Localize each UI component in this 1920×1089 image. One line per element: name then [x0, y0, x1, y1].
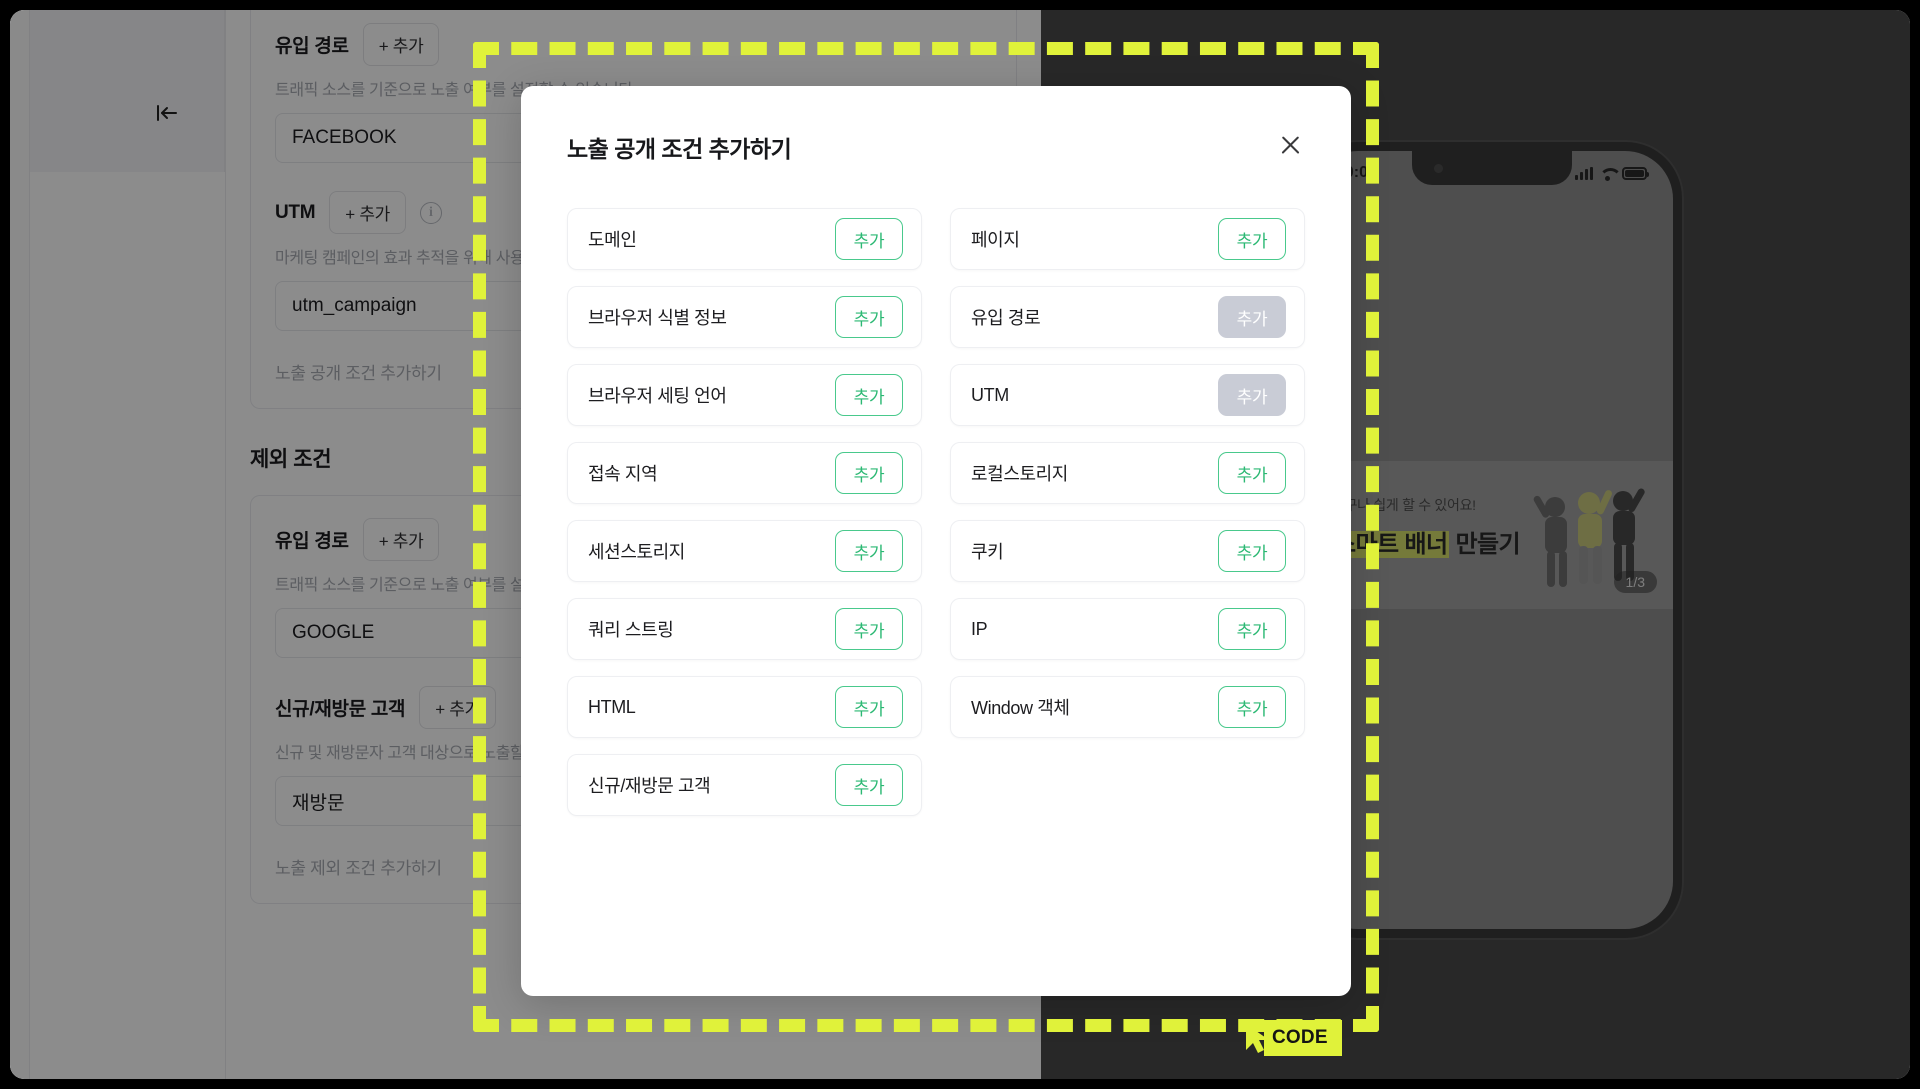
condition-option-label: 접속 지역 — [588, 464, 658, 484]
add-condition-modal: 노출 공개 조건 추가하기 도메인 추가 페이지 추가 브라우저 식별 정보 추가 유입 경… — [521, 86, 1351, 996]
condition-option-label: HTML — [588, 696, 636, 717]
condition-option-label: 브라우저 세팅 언어 — [588, 386, 727, 406]
code-badge-label: CODE — [1264, 1020, 1342, 1056]
condition-option-label: 로컬스토리지 — [971, 464, 1068, 484]
condition-option-label: 쿠키 — [971, 542, 1004, 562]
condition-option-label: 세션스토리지 — [588, 542, 685, 562]
condition-option-card: 도메인 추가 — [567, 208, 922, 270]
add-condition-button[interactable]: 추가 — [835, 374, 903, 416]
app-window: 유입 경로 + 추가 트래픽 소스를 기준으로 노출 여부를 설정할 수 있습니… — [10, 10, 1910, 1079]
add-condition-button[interactable]: 추가 — [835, 452, 903, 494]
add-condition-button[interactable]: 추가 — [1218, 530, 1286, 572]
condition-option-label: 쿼리 스트링 — [588, 620, 674, 640]
add-condition-button[interactable]: 추가 — [835, 764, 903, 806]
condition-option-card: 브라우저 세팅 언어 추가 — [567, 364, 922, 426]
condition-option-card: 쿼리 스트링 추가 — [567, 598, 922, 660]
add-condition-button[interactable]: 추가 — [835, 530, 903, 572]
add-condition-button[interactable]: 추가 — [835, 218, 903, 260]
condition-options-grid: 도메인 추가 페이지 추가 브라우저 식별 정보 추가 유입 경로 추가 브라우저 세팅 언어 추… — [567, 208, 1305, 816]
condition-option-card: 페이지 추가 — [950, 208, 1305, 270]
condition-option-card: 세션스토리지 추가 — [567, 520, 922, 582]
condition-option-card: 로컬스토리지 추가 — [950, 442, 1305, 504]
condition-option-label: UTM — [971, 384, 1009, 405]
condition-option-card: 접속 지역 추가 — [567, 442, 922, 504]
add-condition-button[interactable]: 추가 — [835, 608, 903, 650]
condition-option-label: 도메인 — [588, 230, 637, 250]
code-annotation-badge: CODE — [1240, 1020, 1342, 1056]
condition-option-label: IP — [971, 618, 988, 639]
condition-option-card: 브라우저 식별 정보 추가 — [567, 286, 922, 348]
condition-option-label: Window 객체 — [971, 698, 1070, 718]
condition-option-card: Window 객체 추가 — [950, 676, 1305, 738]
condition-option-card: UTM 추가 — [950, 364, 1305, 426]
condition-option-label: 유입 경로 — [971, 308, 1041, 328]
add-condition-button: 추가 — [1218, 296, 1286, 338]
condition-option-card: 신규/재방문 고객 추가 — [567, 754, 922, 816]
close-icon[interactable] — [1275, 130, 1305, 160]
modal-header: 노출 공개 조건 추가하기 — [567, 130, 1305, 164]
add-condition-button[interactable]: 추가 — [1218, 608, 1286, 650]
add-condition-button[interactable]: 추가 — [835, 686, 903, 728]
add-condition-button[interactable]: 추가 — [1218, 218, 1286, 260]
modal-title: 노출 공개 조건 추가하기 — [567, 136, 792, 162]
condition-option-card: HTML 추가 — [567, 676, 922, 738]
condition-option-card: 쿠키 추가 — [950, 520, 1305, 582]
add-condition-button[interactable]: 추가 — [835, 296, 903, 338]
cursor-icon — [1246, 1024, 1269, 1053]
add-condition-button[interactable]: 추가 — [1218, 452, 1286, 494]
condition-option-label: 신규/재방문 고객 — [588, 776, 711, 796]
screenshot-root: 유입 경로 + 추가 트래픽 소스를 기준으로 노출 여부를 설정할 수 있습니… — [0, 0, 1920, 1089]
condition-option-card: 유입 경로 추가 — [950, 286, 1305, 348]
add-condition-button[interactable]: 추가 — [1218, 686, 1286, 728]
add-condition-button: 추가 — [1218, 374, 1286, 416]
condition-option-label: 페이지 — [971, 230, 1020, 250]
condition-option-card: IP 추가 — [950, 598, 1305, 660]
condition-option-label: 브라우저 식별 정보 — [588, 308, 727, 328]
